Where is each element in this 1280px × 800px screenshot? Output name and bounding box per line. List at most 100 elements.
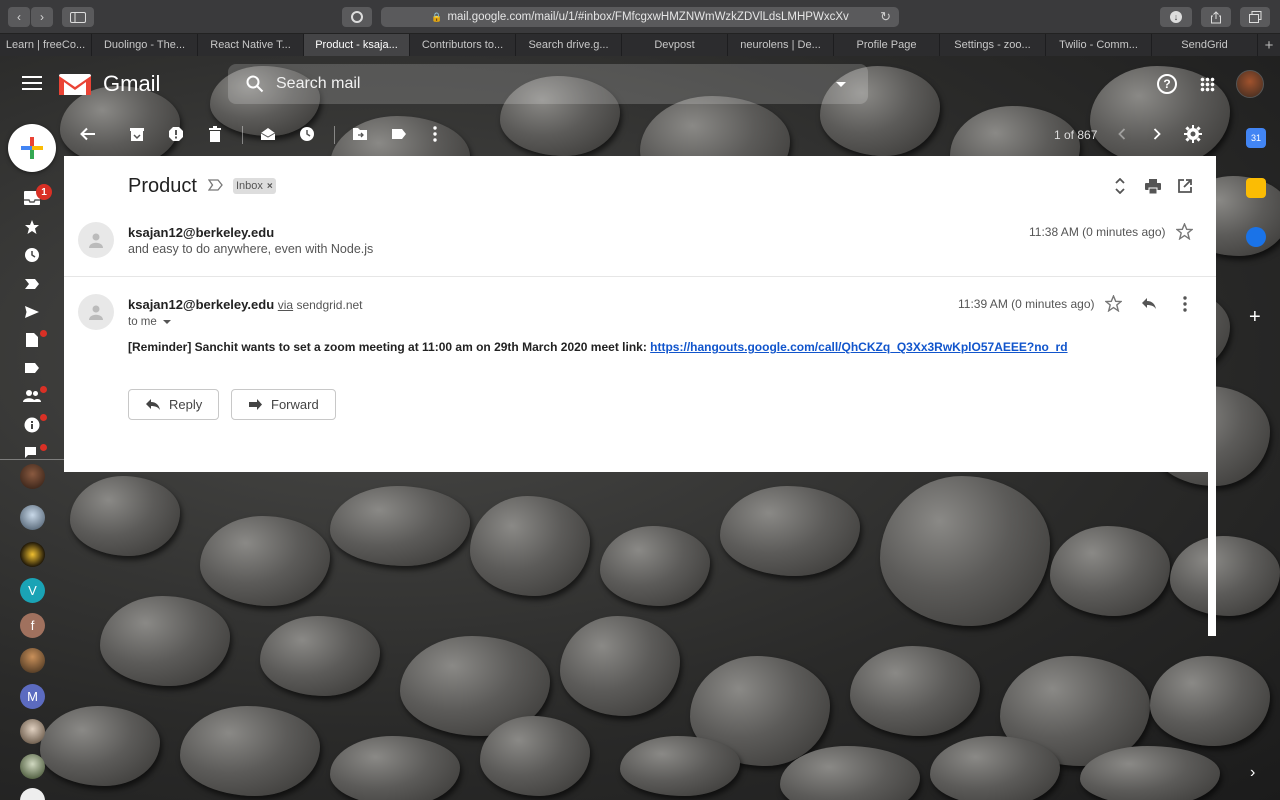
sender-email[interactable]: ksajan12@berkeley.edu [128,297,274,312]
compose-button[interactable] [8,124,56,172]
recipient-summary[interactable]: to me [128,316,171,328]
hangouts-contact-avatar[interactable] [20,648,45,673]
snoozed-icon[interactable] [22,245,42,265]
address-bar[interactable]: 🔒 mail.google.com/mail/u/1/#inbox/FMfcgx… [381,7,899,27]
social-icon[interactable] [22,386,42,406]
background-pebble [600,526,710,606]
search-icon[interactable] [246,75,264,93]
reply-icon[interactable] [1141,297,1157,310]
mark-unread-icon[interactable] [258,124,278,144]
gmail-header: Gmail ? [0,56,1280,112]
via-domain: sendgrid.net [296,298,363,312]
background-pebble [470,496,590,596]
forums-icon[interactable] [22,443,42,463]
browser-tab[interactable]: Contributors to... [410,34,516,56]
forward-icon [249,399,262,410]
browser-tab[interactable]: Product - ksaja... [304,34,410,56]
open-in-new-window-icon[interactable] [1175,176,1195,196]
older-icon[interactable] [1147,124,1167,144]
share-button[interactable] [1201,7,1231,27]
hangouts-contact-m[interactable]: M [20,684,45,709]
message-sender[interactable]: ksajan12@berkeley.edu [128,225,274,240]
hangouts-contact-avatar[interactable] [20,754,45,779]
back-button[interactable]: ‹ [8,7,30,27]
new-tab-button[interactable]: + [1258,34,1280,56]
tasks-icon[interactable] [1246,227,1266,247]
add-addon-icon[interactable]: + [1249,306,1261,329]
updates-icon[interactable] [22,415,42,435]
background-pebble [200,516,330,606]
via-link[interactable]: via [278,298,293,312]
forward-button[interactable]: Forward [231,389,336,420]
importance-marker-icon[interactable] [208,178,224,192]
report-spam-icon[interactable] [166,124,186,144]
hangouts-contact-avatar[interactable] [20,464,45,489]
settings-gear-icon[interactable] [1183,124,1203,144]
google-apps-icon[interactable] [1200,77,1215,92]
print-icon[interactable] [1143,176,1163,196]
move-to-icon[interactable] [350,124,370,144]
browser-tab[interactable]: Search drive.g... [516,34,622,56]
inbox-unread-badge: 1 [36,184,52,200]
message-body: [Reminder] Sanchit wants to set a zoom m… [128,340,1068,354]
browser-tab[interactable]: Settings - zoo... [940,34,1046,56]
show-details-icon[interactable] [162,319,171,324]
recipient-text: to me [128,316,157,328]
sidebar-toggle-button[interactable] [62,7,94,27]
calendar-icon[interactable]: 31 [1246,128,1266,148]
expand-all-icon[interactable] [1110,176,1130,196]
background-pebble [1170,536,1280,616]
search-input[interactable] [276,72,816,96]
forward-button-label: Forward [271,397,319,412]
browser-tab[interactable]: Duolingo - The... [92,34,198,56]
expand-side-panel-icon[interactable]: › [1250,764,1255,782]
message-snippet[interactable]: and easy to do anywhere, even with Node.… [128,242,373,256]
sent-icon[interactable] [22,302,42,322]
browser-tab[interactable]: Devpost [622,34,728,56]
remove-label-icon[interactable]: × [267,181,273,192]
browser-tab[interactable]: neurolens | De... [728,34,834,56]
main-menu-icon[interactable] [22,76,42,94]
search-bar[interactable] [228,64,868,104]
archive-icon[interactable] [127,124,147,144]
snooze-icon[interactable] [297,124,317,144]
account-avatar[interactable] [1236,70,1264,98]
search-options-icon[interactable] [836,82,846,87]
star-icon[interactable] [1176,223,1193,240]
newer-icon[interactable] [1112,124,1132,144]
hangouts-contact-avatar[interactable] [20,719,45,744]
tab-overview-button[interactable] [1240,7,1270,27]
keep-icon[interactable] [1246,178,1266,198]
forums-indicator [40,444,47,451]
back-to-inbox-icon[interactable] [78,124,98,144]
reload-icon[interactable]: ↻ [880,9,891,25]
tabs-icon [1248,11,1261,23]
forward-button[interactable]: › [31,7,53,27]
help-icon[interactable]: ? [1157,74,1177,94]
browser-tab[interactable]: Profile Page [834,34,940,56]
background-pebble [480,716,590,796]
drafts-icon[interactable] [22,330,42,350]
meeting-link[interactable]: https://hangouts.google.com/call/QhCKZq_… [650,340,1067,354]
important-icon[interactable] [22,274,42,294]
more-options-icon[interactable] [425,124,445,144]
starred-icon[interactable] [22,217,42,237]
downloads-button[interactable]: ↓ [1160,7,1192,27]
hangouts-contact-avatar[interactable] [20,505,45,530]
hangouts-contact-v[interactable]: V [20,578,45,603]
reply-button[interactable]: Reply [128,389,220,420]
hangouts-contact-avatar[interactable] [20,542,45,567]
label-icon[interactable] [389,124,409,144]
background-pebble [70,476,180,556]
background-pebble [620,736,740,796]
browser-tab[interactable]: Learn | freeCo... [0,34,92,56]
browser-tab[interactable]: SendGrid [1152,34,1258,56]
star-icon[interactable] [1105,295,1122,312]
browser-tab[interactable]: Twilio - Comm... [1046,34,1152,56]
message-more-icon[interactable] [1183,296,1187,312]
labels-icon[interactable] [22,358,42,378]
google-extension-button[interactable] [342,7,372,27]
hangouts-contact-f[interactable]: f [20,613,45,638]
delete-icon[interactable] [205,124,225,144]
browser-tab[interactable]: React Native T... [198,34,304,56]
